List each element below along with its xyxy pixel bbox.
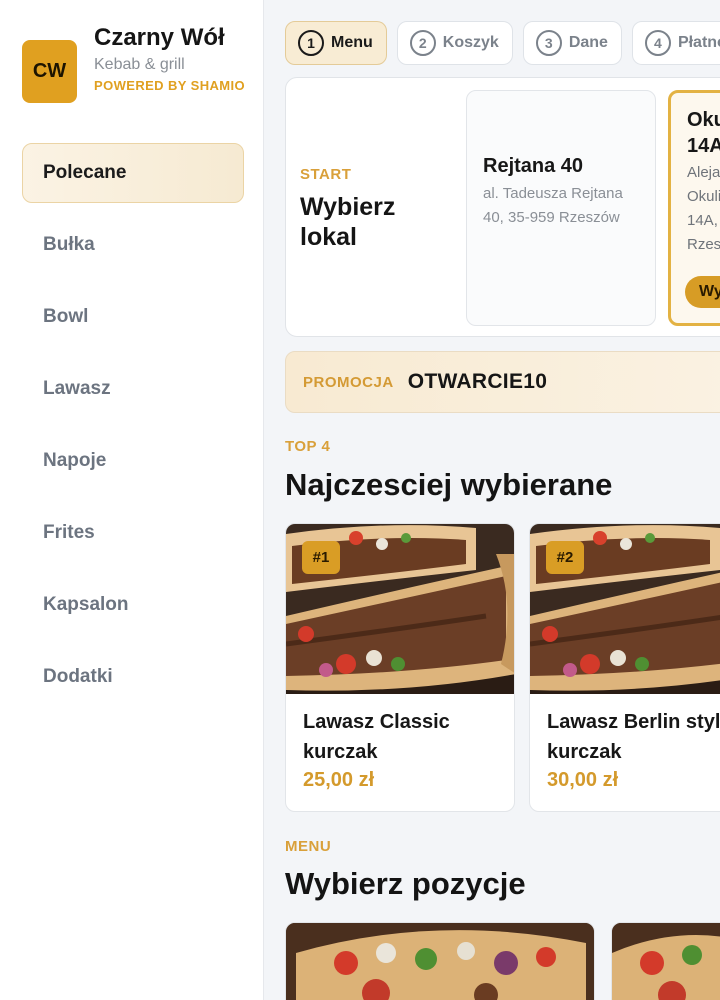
product-price: 25,00 zł [303, 769, 375, 791]
main-content: 1 Menu 2 Koszyk 3 Dane 4 Płatność START … [264, 0, 720, 1000]
menu-item-card[interactable] [285, 922, 595, 1000]
menu-item-image [612, 923, 720, 1000]
step-number: 4 [644, 30, 671, 56]
sidebar-item-lawasz[interactable]: Lawasz [22, 359, 244, 419]
sidebar-item-frites[interactable]: Frites [22, 503, 244, 563]
top-title: Najczesciej wybierane [285, 467, 613, 502]
step-number: 2 [409, 30, 436, 56]
brand-logo: CW [22, 40, 77, 103]
location-intro: START Wybierz lokal [300, 166, 420, 252]
brand-name: Czarny Wół [94, 24, 225, 51]
brand-subtitle: Kebab & grill [94, 56, 185, 73]
step-number: 3 [535, 30, 562, 56]
location-kicker: START [300, 166, 352, 183]
sidebar: CW Czarny Wół Kebab & grill POWERED BY S… [0, 0, 264, 1000]
menu-items [285, 922, 720, 1000]
step-dane[interactable]: 3 Dane [522, 21, 622, 65]
step-label: Koszyk [442, 34, 499, 51]
sidebar-item-kapsalon[interactable]: Kapsalon [22, 575, 244, 635]
category-nav: Polecane Bułka Bowl Lawasz Napoje Frites… [22, 143, 244, 719]
location-name: Rejtana 40 [483, 155, 584, 177]
sidebar-item-dodatki[interactable]: Dodatki [22, 647, 244, 707]
rank-badge: #2 [546, 541, 584, 574]
step-label: Dane [568, 34, 608, 51]
checkout-steps: 1 Menu 2 Koszyk 3 Dane 4 Płatność [285, 21, 720, 65]
top-kicker: TOP 4 [285, 438, 331, 455]
select-location-button[interactable]: Wybierz [685, 276, 720, 308]
menu-item-image [286, 923, 594, 1000]
menu-title: Wybierz pozycje [285, 866, 526, 901]
location-card-okulickiego[interactable]: Okulickiego 14A Aleja Leopolda Okulickie… [668, 90, 720, 326]
product-price: 30,00 zł [547, 769, 619, 791]
product-name: Lawasz Classic kurczak [303, 711, 450, 763]
promo-banner: PROMOCJA OTWARCIE10 [285, 351, 720, 413]
sidebar-item-bulka[interactable]: Bułka [22, 215, 244, 275]
location-card-rejtana[interactable]: Rejtana 40 al. Tadeusza Rejtana 40, 35-9… [466, 90, 656, 326]
step-label: Płatność [677, 34, 720, 51]
step-menu[interactable]: 1 Menu [285, 21, 387, 65]
product-card[interactable]: #1 Lawasz Classic kurczak 25,00 zł [285, 523, 515, 812]
brand-text: Czarny Wół Kebab & grill POWERED BY SHAM… [94, 24, 274, 95]
promo-label: PROMOCJA [303, 373, 394, 391]
location-name: Okulickiego 14A [687, 109, 720, 157]
location-title: Wybierz lokal [300, 193, 396, 251]
product-card[interactable]: #2 Lawasz Berlin style kurczak 30,00 zł [529, 523, 720, 812]
location-address: Aleja Leopolda Okulickiego 14A, 35-206 R… [687, 164, 720, 253]
menu-item-card[interactable] [611, 922, 720, 1000]
sidebar-item-polecane[interactable]: Polecane [22, 143, 244, 203]
promo-code: OTWARCIE10 [407, 370, 548, 393]
step-number: 1 [298, 30, 324, 56]
step-koszyk[interactable]: 2 Koszyk [396, 21, 513, 65]
powered-by-label: POWERED BY SHAMIO [94, 78, 246, 93]
menu-kicker: MENU [285, 838, 332, 855]
location-picker: START Wybierz lokal Rejtana 40 al. Tadeu… [285, 77, 720, 337]
step-label: Menu [331, 34, 373, 51]
sidebar-item-bowl[interactable]: Bowl [22, 287, 244, 347]
step-platnosc[interactable]: 4 Płatność [631, 21, 720, 65]
product-name: Lawasz Berlin style kurczak [547, 711, 720, 763]
top-products: #1 Lawasz Classic kurczak 25,00 zł #2 La… [285, 523, 720, 813]
rank-badge: #1 [302, 541, 340, 574]
location-address: al. Tadeusza Rejtana 40, 35-959 Rzeszów [483, 185, 623, 226]
sidebar-item-napoje[interactable]: Napoje [22, 431, 244, 491]
